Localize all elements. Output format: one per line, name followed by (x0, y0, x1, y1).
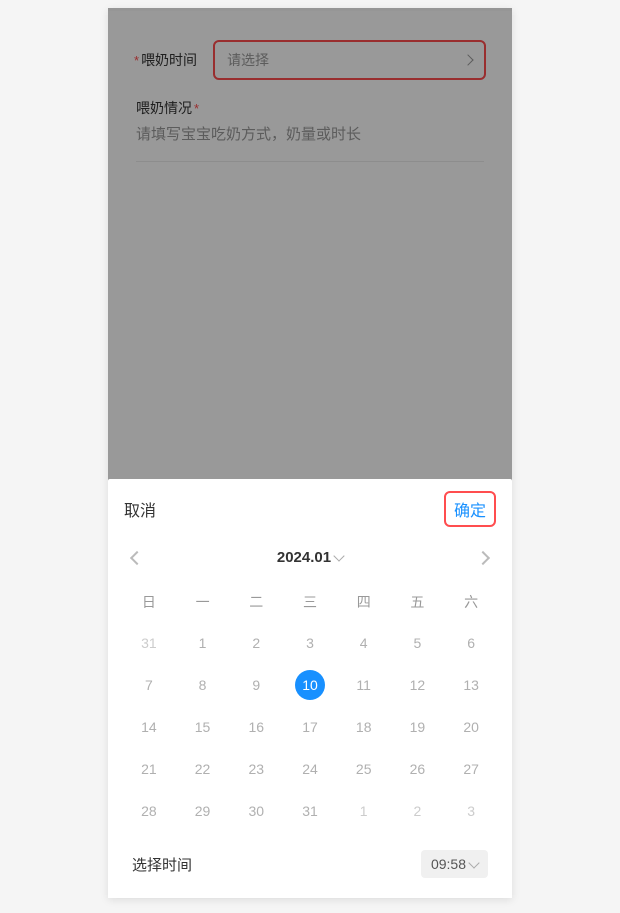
feed-time-placeholder: 请选择 (227, 50, 269, 70)
day-cell[interactable]: 18 (339, 708, 389, 746)
day-cell[interactable]: 4 (339, 624, 389, 662)
day-cell[interactable]: 26 (393, 750, 443, 788)
day-cell[interactable]: 11 (339, 666, 389, 704)
day-cell[interactable]: 31 (124, 624, 174, 662)
prev-month-button[interactable] (130, 550, 144, 564)
weekday-header: 一 (178, 584, 228, 620)
day-cell[interactable]: 19 (393, 708, 443, 746)
chevron-right-icon (462, 54, 473, 65)
day-cell[interactable]: 12 (393, 666, 443, 704)
chevron-down-icon (468, 857, 479, 868)
day-cell[interactable]: 9 (231, 666, 281, 704)
day-cell[interactable]: 25 (339, 750, 389, 788)
day-cell[interactable]: 7 (124, 666, 174, 704)
weekday-header: 五 (393, 584, 443, 620)
day-cell[interactable]: 3 (285, 624, 335, 662)
day-cell[interactable]: 24 (285, 750, 335, 788)
time-label: 选择时间 (132, 854, 192, 875)
day-cell[interactable]: 1 (178, 624, 228, 662)
chevron-down-icon (333, 550, 344, 561)
weekday-header: 二 (231, 584, 281, 620)
day-cell[interactable]: 22 (178, 750, 228, 788)
app-container: * 喂奶时间 请选择 喂奶情况 * 请填写宝宝吃奶方式，奶量或时长 取消 确定 (108, 8, 512, 898)
feed-time-label: 喂奶时间 (141, 50, 209, 70)
day-cell[interactable]: 1 (339, 792, 389, 830)
day-cell[interactable]: 10 (285, 666, 335, 704)
day-cell[interactable]: 21 (124, 750, 174, 788)
month-navigation: 2024.01 (108, 539, 512, 576)
feed-situation-textarea[interactable]: 请填写宝宝吃奶方式，奶量或时长 (136, 124, 484, 147)
picker-header: 取消 确定 (108, 479, 512, 539)
day-cell[interactable]: 5 (393, 624, 443, 662)
time-selector[interactable]: 09:58 (421, 850, 488, 878)
day-cell[interactable]: 8 (178, 666, 228, 704)
day-cell[interactable]: 2 (231, 624, 281, 662)
feed-time-select[interactable]: 请选择 (213, 40, 486, 80)
day-cell[interactable]: 30 (231, 792, 281, 830)
month-selector[interactable]: 2024.01 (277, 549, 343, 566)
weekday-header: 四 (339, 584, 389, 620)
cancel-button[interactable]: 取消 (124, 497, 156, 521)
feed-situation-section: 喂奶情况 * 请填写宝宝吃奶方式，奶量或时长 (136, 92, 484, 162)
day-cell[interactable]: 16 (231, 708, 281, 746)
required-star-icon: * (134, 53, 139, 68)
month-label-text: 2024.01 (277, 549, 331, 566)
date-picker-sheet: 取消 确定 2024.01 日一二三四五六3112345678910111213… (108, 479, 512, 898)
time-selector-row: 选择时间 09:58 (108, 838, 512, 898)
day-cell[interactable]: 17 (285, 708, 335, 746)
calendar-grid: 日一二三四五六311234567891011121314151617181920… (108, 576, 512, 838)
required-star-icon: * (194, 101, 199, 116)
day-cell[interactable]: 3 (446, 792, 496, 830)
weekday-header: 六 (446, 584, 496, 620)
day-cell[interactable]: 15 (178, 708, 228, 746)
day-cell[interactable]: 31 (285, 792, 335, 830)
feed-time-row: * 喂奶时间 请选择 (108, 8, 512, 92)
day-cell[interactable]: 6 (446, 624, 496, 662)
day-cell[interactable]: 14 (124, 708, 174, 746)
form-area: * 喂奶时间 请选择 喂奶情况 * 请填写宝宝吃奶方式，奶量或时长 (108, 8, 512, 162)
weekday-header: 日 (124, 584, 174, 620)
time-value: 09:58 (431, 856, 466, 872)
feed-situation-label: 喂奶情况 (136, 98, 192, 118)
confirm-button[interactable]: 确定 (444, 491, 496, 527)
next-month-button[interactable] (476, 550, 490, 564)
day-cell[interactable]: 27 (446, 750, 496, 788)
weekday-header: 三 (285, 584, 335, 620)
day-cell[interactable]: 20 (446, 708, 496, 746)
day-cell[interactable]: 28 (124, 792, 174, 830)
day-cell[interactable]: 23 (231, 750, 281, 788)
day-cell[interactable]: 29 (178, 792, 228, 830)
feed-situation-label-row: 喂奶情况 * (136, 98, 484, 118)
day-cell[interactable]: 2 (393, 792, 443, 830)
day-cell[interactable]: 13 (446, 666, 496, 704)
